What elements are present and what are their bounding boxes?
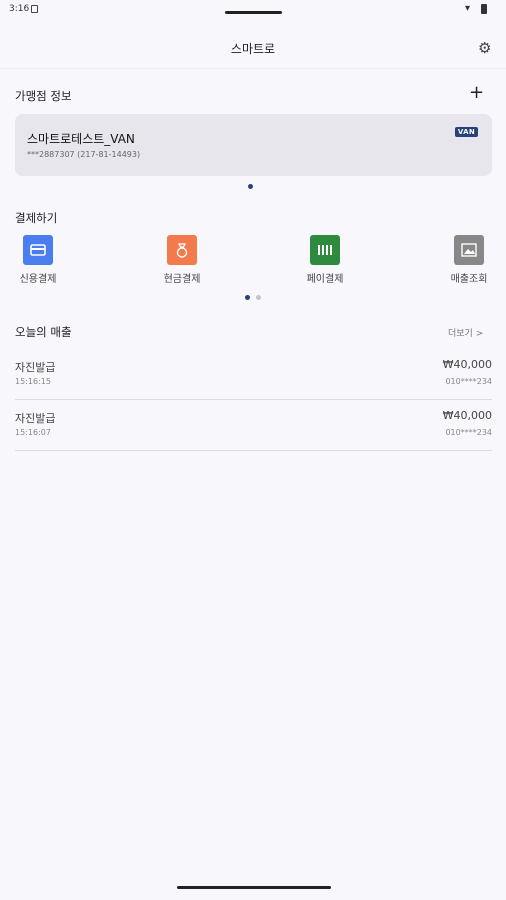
payment-pager-dot-active: [245, 295, 250, 300]
page-title: 스마트로: [230, 42, 276, 56]
store-section-title: 가맹점 정보: [15, 89, 72, 103]
store-details: ***2887307 (217-81-14493): [27, 150, 141, 159]
sale-amount: ₩40,000: [442, 409, 492, 422]
sale-type: 자진발급: [15, 412, 56, 425]
payment-pager-dot: [256, 295, 261, 300]
payment-section-title: 결제하기: [15, 211, 58, 225]
credit-payment-label: 신용결제: [19, 274, 57, 285]
sale-card-number: 010****234: [445, 377, 492, 386]
status-bar: 3:16 ▾: [0, 0, 506, 20]
add-store-button[interactable]: +: [469, 83, 484, 103]
sale-time: 15:16:15: [15, 377, 51, 386]
pay-payment-button[interactable]: 페이결제: [290, 235, 360, 285]
table-row[interactable]: 자진발급 15:16:07 ₩40,000 010****234: [15, 400, 492, 451]
money-bag-icon: [167, 235, 197, 265]
cash-payment-button[interactable]: 현금결제: [147, 235, 217, 285]
sales-section-title: 오늘의 매출: [15, 325, 72, 339]
credit-payment-button[interactable]: 신용결제: [3, 235, 73, 285]
store-card[interactable]: 스마트로테스트_VAN ***2887307 (217-81-14493) VA…: [15, 114, 492, 176]
table-row[interactable]: 자진발급 15:16:15 ₩40,000 010****234: [15, 349, 492, 400]
gear-icon[interactable]: ⚙: [478, 39, 491, 57]
app-bar: 스마트로 ⚙: [0, 28, 506, 69]
sale-time: 15:16:07: [15, 428, 51, 437]
credit-card-icon: [23, 235, 53, 265]
sim-icon: [31, 5, 38, 13]
sale-amount: ₩40,000: [442, 358, 492, 371]
van-badge: VAN: [454, 127, 478, 137]
camera-notch: [225, 11, 282, 14]
gesture-nav-bar[interactable]: [177, 886, 331, 889]
wifi-icon: ▾: [465, 3, 471, 14]
sales-inquiry-button[interactable]: 매출조회: [434, 235, 504, 285]
store-pager-dot-active: [248, 184, 253, 189]
more-link[interactable]: 더보기 >: [448, 326, 483, 339]
pay-payment-label: 페이결제: [306, 274, 344, 285]
status-time: 3:16: [9, 4, 30, 14]
store-name: 스마트로테스트_VAN: [27, 132, 135, 146]
sales-inquiry-label: 매출조회: [450, 274, 488, 285]
sale-type: 자진발급: [15, 361, 56, 374]
image-chart-icon: [454, 235, 484, 265]
cash-payment-label: 현금결제: [163, 274, 201, 285]
sale-card-number: 010****234: [445, 428, 492, 437]
battery-icon: [481, 4, 487, 14]
barcode-icon: [310, 235, 340, 265]
